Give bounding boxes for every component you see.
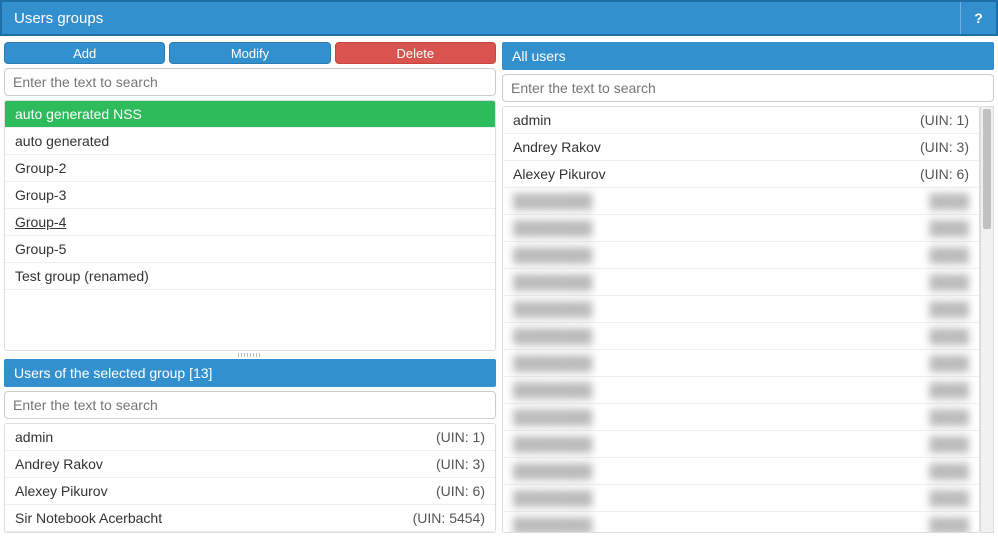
user-row[interactable]: ████████████ bbox=[503, 485, 979, 512]
user-row[interactable]: ████████████ bbox=[503, 350, 979, 377]
user-name: ████████ bbox=[513, 301, 592, 317]
user-row[interactable]: ████████████ bbox=[503, 215, 979, 242]
group-name: Group-5 bbox=[15, 241, 66, 257]
user-row[interactable]: ████████████ bbox=[503, 188, 979, 215]
user-name: admin bbox=[15, 429, 53, 445]
all-users-header: All users bbox=[502, 42, 994, 70]
user-row[interactable]: ████████████ bbox=[503, 323, 979, 350]
user-row[interactable]: ████████████ bbox=[503, 296, 979, 323]
user-row[interactable]: Andrey Rakov (UIN: 3) bbox=[5, 451, 495, 478]
user-uin: (UIN: 6) bbox=[920, 166, 969, 182]
user-name: Andrey Rakov bbox=[15, 456, 103, 472]
groups-list: auto generated NSS auto generated Group-2 G… bbox=[4, 100, 496, 351]
user-row[interactable]: ████████████ bbox=[503, 431, 979, 458]
user-name: Alexey Pikurov bbox=[513, 166, 606, 182]
selected-users-search-input[interactable] bbox=[4, 391, 496, 419]
user-name: Alexey Pikurov bbox=[15, 483, 108, 499]
user-uin: (UIN: 1) bbox=[920, 112, 969, 128]
user-row[interactable]: ████████████ bbox=[503, 404, 979, 431]
user-row[interactable]: Alexey Pikurov (UIN: 6) bbox=[5, 478, 495, 505]
user-name: ████████ bbox=[513, 328, 592, 344]
user-name: ████████ bbox=[513, 436, 592, 452]
user-name: ████████ bbox=[513, 355, 592, 371]
group-name: Group-4 bbox=[15, 214, 66, 230]
user-uin: ████ bbox=[929, 220, 969, 236]
group-name: Test group (renamed) bbox=[15, 268, 149, 284]
user-name: ████████ bbox=[513, 274, 592, 290]
user-row[interactable]: ████████████ bbox=[503, 269, 979, 296]
right-column: All users admin (UIN: 1) Andrey Rakov (UIN:… bbox=[502, 42, 994, 533]
help-button[interactable]: ? bbox=[960, 2, 996, 34]
user-name: Sir Notebook Acerbacht bbox=[15, 510, 162, 526]
group-row[interactable]: Group-4 bbox=[5, 209, 495, 236]
selected-users-header: Users of the selected group [13] bbox=[4, 359, 496, 387]
user-row[interactable]: admin (UIN: 1) bbox=[503, 107, 979, 134]
user-uin: ████ bbox=[929, 301, 969, 317]
user-row[interactable]: admin (UIN: 1) bbox=[5, 424, 495, 451]
group-row[interactable]: Test group (renamed) bbox=[5, 263, 495, 290]
user-row[interactable]: ████████████ bbox=[503, 242, 979, 269]
user-uin: ████ bbox=[929, 274, 969, 290]
user-uin: (UIN: 6) bbox=[436, 483, 485, 499]
user-uin: (UIN: 3) bbox=[436, 456, 485, 472]
user-row[interactable]: ████████████ bbox=[503, 377, 979, 404]
group-row[interactable]: Group-2 bbox=[5, 155, 495, 182]
user-name: ████████ bbox=[513, 247, 592, 263]
user-uin: ████ bbox=[929, 382, 969, 398]
user-uin: ████ bbox=[929, 193, 969, 209]
user-name: ████████ bbox=[513, 517, 592, 533]
user-uin: ████ bbox=[929, 436, 969, 452]
delete-button[interactable]: Delete bbox=[335, 42, 496, 64]
user-uin: ████ bbox=[929, 463, 969, 479]
user-row[interactable]: ████████████ bbox=[503, 512, 979, 533]
group-button-row: Add Modify Delete bbox=[4, 42, 496, 64]
page-title: Users groups bbox=[14, 10, 960, 27]
title-bar: Users groups ? bbox=[0, 0, 998, 36]
modify-button[interactable]: Modify bbox=[169, 42, 330, 64]
user-uin: ████ bbox=[929, 247, 969, 263]
user-row[interactable]: Andrey Rakov (UIN: 3) bbox=[503, 134, 979, 161]
group-row[interactable]: Group-3 bbox=[5, 182, 495, 209]
user-name: Andrey Rakov bbox=[513, 139, 601, 155]
left-column: Add Modify Delete auto generated NSSauto… bbox=[4, 42, 496, 533]
user-uin: ████ bbox=[929, 355, 969, 371]
group-row[interactable]: auto generated NSS bbox=[5, 101, 495, 128]
user-name: ████████ bbox=[513, 463, 592, 479]
group-name: Group-3 bbox=[15, 187, 66, 203]
user-uin: (UIN: 5454) bbox=[413, 510, 485, 526]
group-row[interactable]: Group-5 bbox=[5, 236, 495, 263]
user-row[interactable]: Sir Notebook Acerbacht (UIN: 5454) bbox=[5, 505, 495, 532]
user-name: ████████ bbox=[513, 382, 592, 398]
user-name: ████████ bbox=[513, 409, 592, 425]
group-name: auto generated NSS bbox=[15, 106, 142, 122]
user-uin: ████ bbox=[929, 409, 969, 425]
group-name: Group-2 bbox=[15, 160, 66, 176]
user-uin: (UIN: 1) bbox=[436, 429, 485, 445]
user-uin: ████ bbox=[929, 490, 969, 506]
user-uin: ████ bbox=[929, 517, 969, 533]
all-users-scrollbar-thumb[interactable] bbox=[983, 109, 991, 229]
group-name: auto generated bbox=[15, 133, 109, 149]
vertical-resize-handle[interactable] bbox=[4, 351, 496, 359]
content: Add Modify Delete auto generated NSSauto… bbox=[0, 42, 998, 537]
group-row[interactable]: auto generated bbox=[5, 128, 495, 155]
all-users-list: admin (UIN: 1) Andrey Rakov (UIN: 3) Alexey … bbox=[502, 106, 980, 533]
add-button[interactable]: Add bbox=[4, 42, 165, 64]
user-uin: ████ bbox=[929, 328, 969, 344]
groups-search-input[interactable] bbox=[4, 68, 496, 96]
all-users-search-input[interactable] bbox=[502, 74, 994, 102]
selected-users-list: admin (UIN: 1) Andrey Rakov (UIN: 3) Alexey … bbox=[4, 423, 496, 533]
user-row[interactable]: ████████████ bbox=[503, 458, 979, 485]
app-root: Users groups ? Add Modify Delete auto ge… bbox=[0, 0, 998, 537]
user-name: ████████ bbox=[513, 490, 592, 506]
user-row[interactable]: Alexey Pikurov (UIN: 6) bbox=[503, 161, 979, 188]
all-users-scrollbar[interactable] bbox=[980, 106, 994, 533]
user-name: admin bbox=[513, 112, 551, 128]
user-name: ████████ bbox=[513, 193, 592, 209]
user-name: ████████ bbox=[513, 220, 592, 236]
user-uin: (UIN: 3) bbox=[920, 139, 969, 155]
